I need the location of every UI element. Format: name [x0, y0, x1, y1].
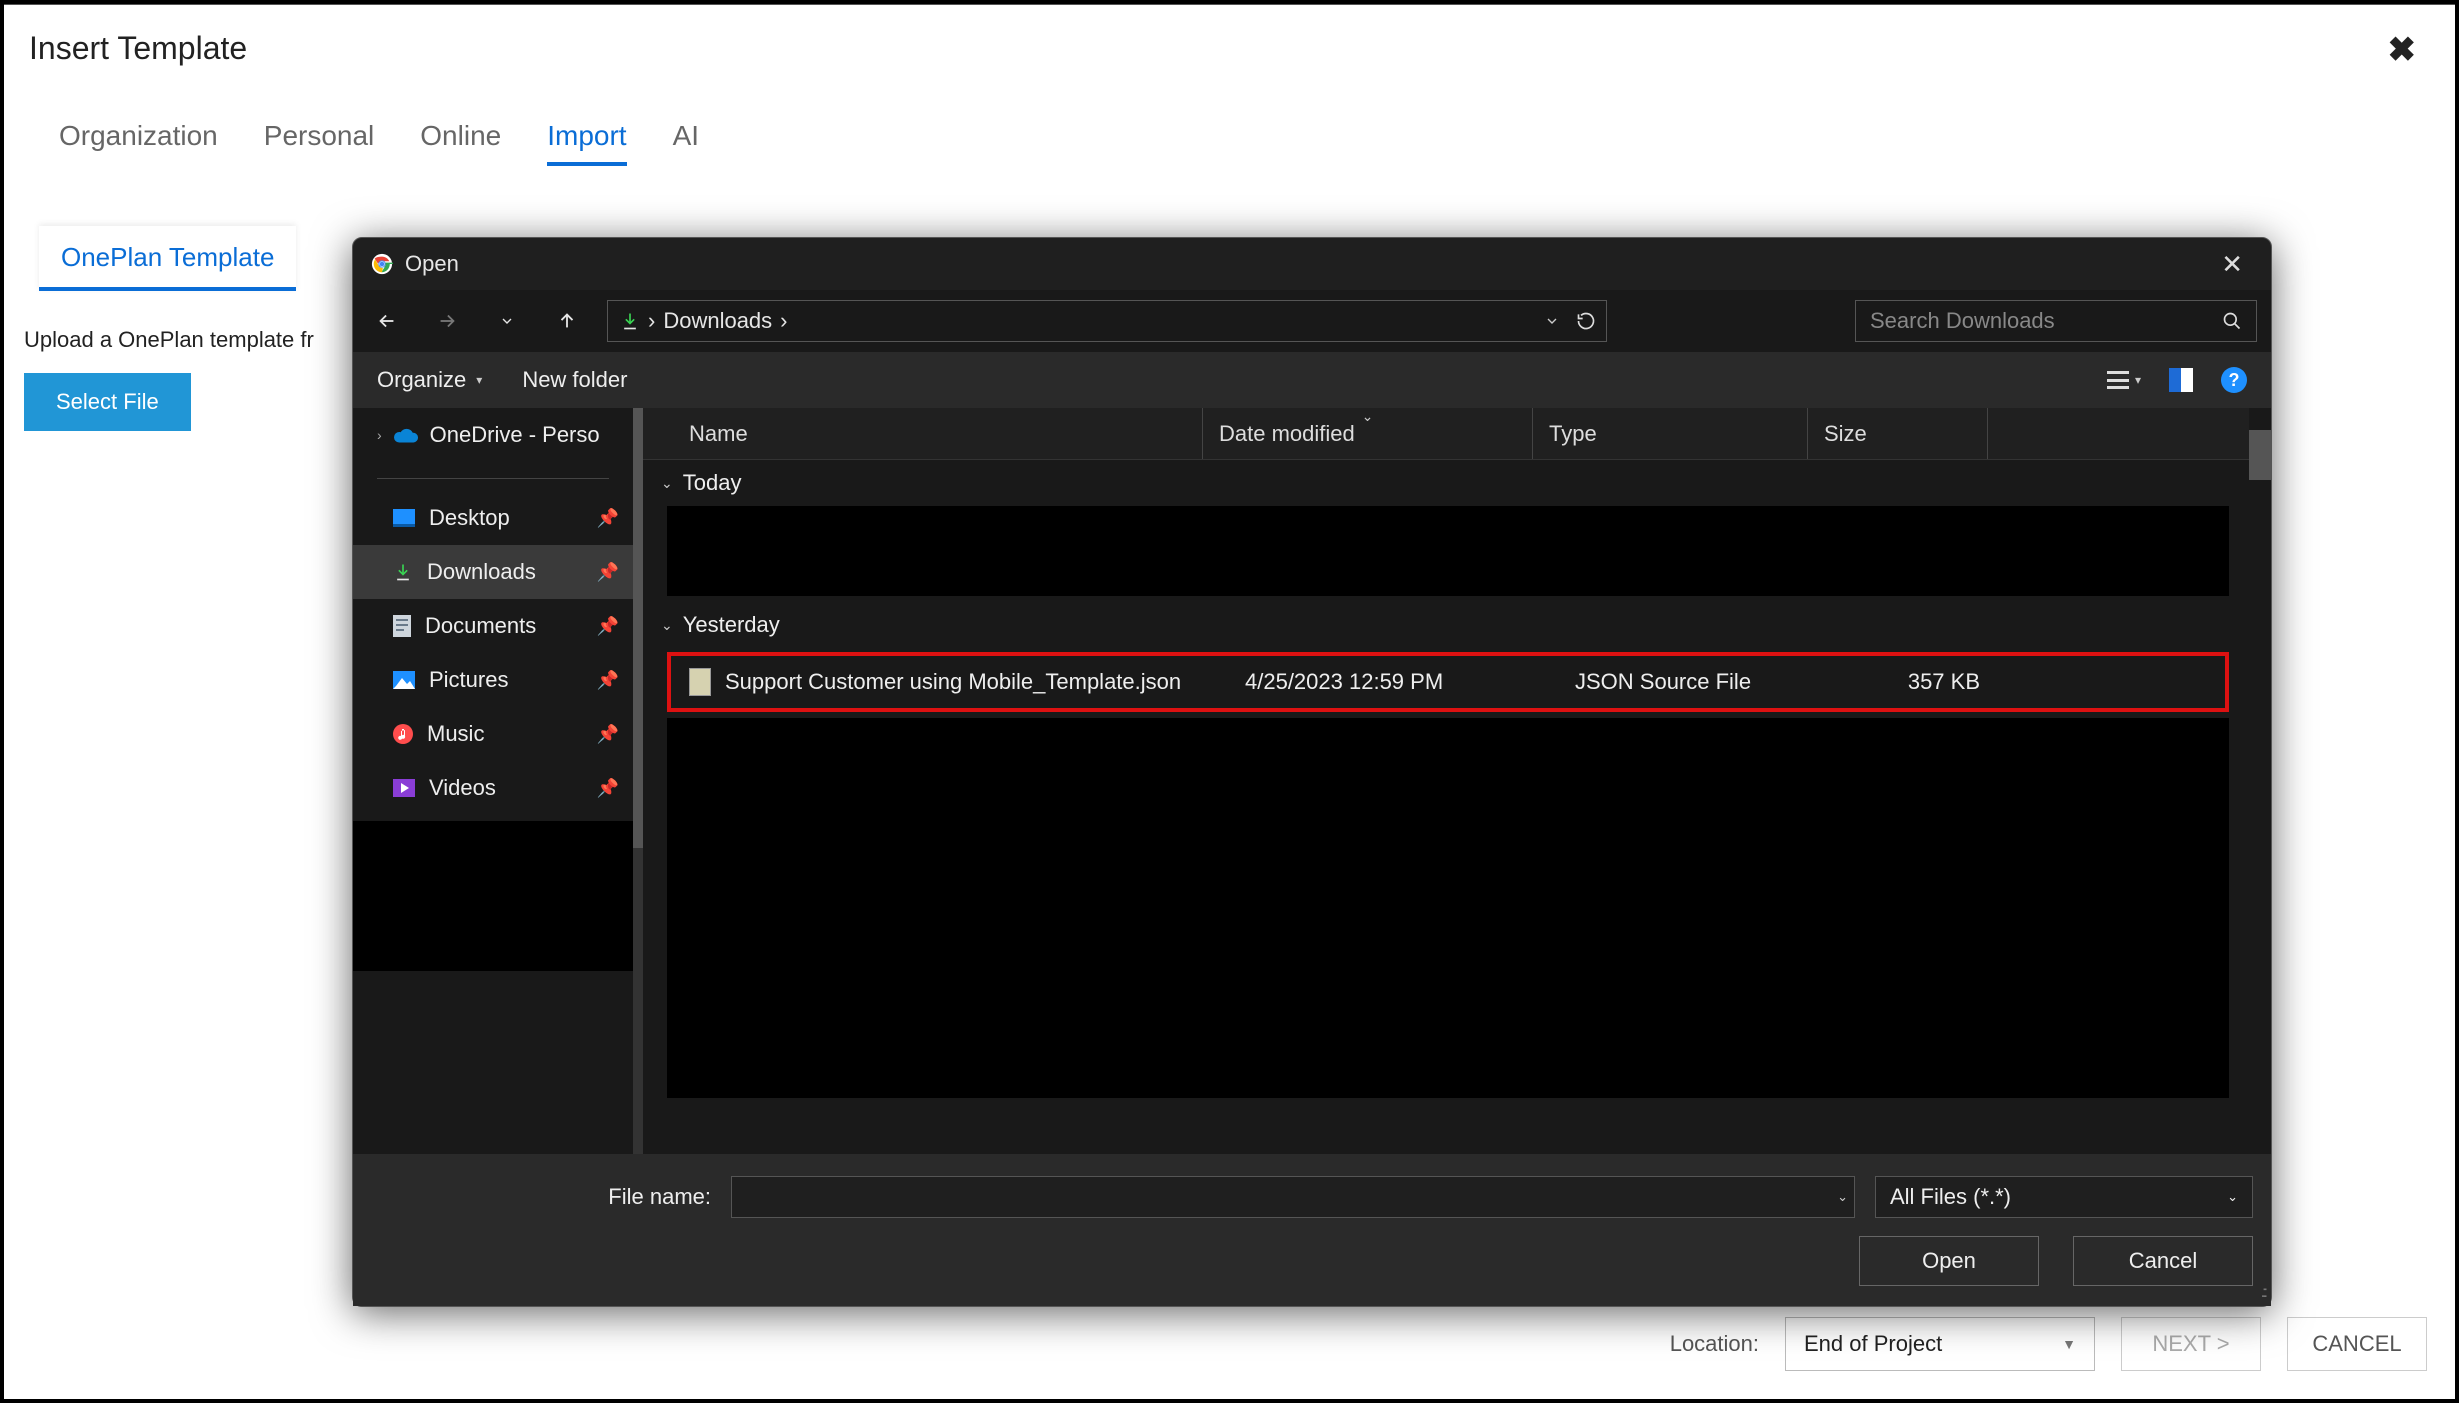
- sidebar-item-videos[interactable]: Videos📌: [353, 761, 633, 815]
- new-folder-button[interactable]: New folder: [522, 367, 627, 393]
- sort-descending-icon: ⌄: [1362, 408, 1374, 425]
- chevron-down-icon: ⌄: [661, 475, 673, 492]
- nav-back-icon[interactable]: [367, 301, 407, 341]
- caret-down-icon: ▾: [476, 373, 482, 387]
- path-separator: ›: [780, 308, 787, 334]
- tab-import[interactable]: Import: [547, 120, 626, 166]
- help-icon[interactable]: ?: [2221, 367, 2247, 393]
- organize-menu[interactable]: Organize ▾: [377, 367, 482, 393]
- path-dropdown-icon[interactable]: [1544, 313, 1560, 329]
- column-type[interactable]: Type: [1533, 408, 1808, 459]
- chevron-down-icon: ⌄: [661, 617, 673, 634]
- subtab-oneplan-template[interactable]: OnePlan Template: [39, 226, 296, 291]
- chevron-right-icon: ›: [377, 427, 382, 443]
- chrome-icon: [371, 253, 393, 275]
- next-button[interactable]: NEXT >: [2121, 1317, 2261, 1371]
- documents-icon: [393, 615, 411, 637]
- pin-icon: 📌: [597, 616, 619, 637]
- path-segment-downloads[interactable]: Downloads: [663, 308, 772, 334]
- dialog-close-icon[interactable]: ✕: [2211, 245, 2253, 284]
- pin-icon: 📌: [597, 724, 619, 745]
- group-yesterday[interactable]: ⌄ Yesterday: [643, 602, 2249, 648]
- downloads-folder-icon: [620, 311, 640, 331]
- sidebar-item-downloads[interactable]: Downloads📌: [353, 545, 633, 599]
- file-list-header: Name ⌄ Date modified Type Size: [643, 408, 2249, 460]
- address-bar[interactable]: › Downloads ›: [607, 300, 1607, 342]
- videos-icon: [393, 779, 415, 797]
- path-separator: ›: [648, 308, 655, 334]
- tab-ai[interactable]: AI: [673, 120, 699, 166]
- file-name-input[interactable]: ⌄: [731, 1176, 1855, 1218]
- navigation-sidebar: › OneDrive - Perso Desktop📌 Downloads📌 D…: [353, 408, 633, 1154]
- chevron-down-icon: ⌄: [2227, 1189, 2238, 1205]
- sidebar-scrollbar[interactable]: [633, 408, 643, 1154]
- file-date: 4/25/2023 12:59 PM: [1245, 669, 1575, 695]
- sidebar-redacted-area: [353, 821, 633, 971]
- select-file-button[interactable]: Select File: [24, 373, 191, 431]
- dialog-cancel-button[interactable]: Cancel: [2073, 1236, 2253, 1286]
- nav-recent-icon[interactable]: [487, 301, 527, 341]
- location-value: End of Project: [1804, 1331, 1942, 1357]
- caret-down-icon: ▾: [2135, 373, 2141, 387]
- pin-icon: 📌: [597, 670, 619, 691]
- pin-icon: 📌: [597, 778, 619, 799]
- chevron-down-icon: ▼: [2062, 1336, 2076, 1352]
- filename-history-dropdown-icon[interactable]: ⌄: [1837, 1189, 1848, 1205]
- column-size[interactable]: Size: [1808, 408, 1988, 459]
- sidebar-item-desktop[interactable]: Desktop📌: [353, 491, 633, 545]
- tab-online[interactable]: Online: [420, 120, 501, 166]
- file-type: JSON Source File: [1575, 669, 1850, 695]
- location-select[interactable]: End of Project ▼: [1785, 1317, 2095, 1371]
- resize-grip-icon[interactable]: .::: [2261, 1284, 2265, 1302]
- sidebar-item-onedrive[interactable]: › OneDrive - Perso: [353, 408, 633, 462]
- file-name-label: File name:: [371, 1184, 711, 1210]
- sidebar-item-documents[interactable]: Documents📌: [353, 599, 633, 653]
- search-placeholder: Search Downloads: [1870, 308, 2055, 334]
- pin-icon: 📌: [597, 508, 619, 529]
- file-row-redacted: [667, 506, 2229, 596]
- pin-icon: 📌: [597, 562, 619, 583]
- file-size: 357 KB: [1850, 669, 1980, 695]
- sidebar-item-pictures[interactable]: Pictures📌: [353, 653, 633, 707]
- nav-forward-icon[interactable]: [427, 301, 467, 341]
- file-open-dialog: Open ✕ › Downloads ›: [352, 237, 2272, 1307]
- file-row-selected[interactable]: Support Customer using Mobile_Template.j…: [667, 652, 2229, 712]
- insert-template-title: Insert Template: [29, 30, 247, 70]
- group-today[interactable]: ⌄ Today: [643, 460, 2249, 506]
- location-label: Location:: [1670, 1331, 1759, 1357]
- template-source-tabs: Organization Personal Online Import AI: [4, 70, 2455, 166]
- onedrive-icon: [394, 426, 418, 444]
- file-list-scrollbar[interactable]: [2249, 408, 2271, 1154]
- desktop-icon: [393, 509, 415, 527]
- close-icon[interactable]: ✖: [2388, 30, 2431, 70]
- tab-personal[interactable]: Personal: [264, 120, 375, 166]
- search-input[interactable]: Search Downloads: [1855, 300, 2257, 342]
- file-name: Support Customer using Mobile_Template.j…: [725, 669, 1245, 695]
- file-list-redacted: [667, 718, 2229, 1098]
- sidebar-item-music[interactable]: Music📌: [353, 707, 633, 761]
- view-mode-toggle[interactable]: ▾: [2107, 371, 2141, 389]
- nav-up-icon[interactable]: [547, 301, 587, 341]
- music-icon: [393, 724, 413, 744]
- column-name[interactable]: Name: [643, 408, 1203, 459]
- pictures-icon: [393, 671, 415, 689]
- open-button[interactable]: Open: [1859, 1236, 2039, 1286]
- column-date-modified[interactable]: ⌄ Date modified: [1203, 408, 1533, 459]
- tab-organization[interactable]: Organization: [59, 120, 218, 166]
- downloads-icon: [393, 562, 413, 582]
- list-view-icon: [2107, 371, 2129, 389]
- preview-pane-toggle-icon[interactable]: [2169, 368, 2193, 392]
- search-icon: [2222, 311, 2242, 331]
- dialog-title: Open: [405, 251, 459, 277]
- file-type-filter[interactable]: All Files (*.*) ⌄: [1875, 1176, 2253, 1218]
- refresh-icon[interactable]: [1576, 311, 1596, 331]
- cancel-button[interactable]: CANCEL: [2287, 1317, 2427, 1371]
- json-file-icon: [689, 668, 711, 696]
